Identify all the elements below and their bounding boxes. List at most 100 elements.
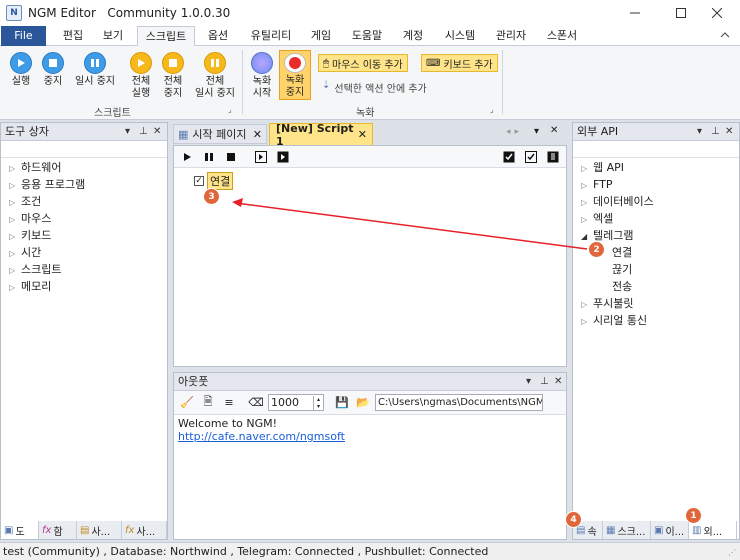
script-toolbar (174, 146, 566, 168)
tree-item-hardware[interactable]: ▷ 하드웨어 (9, 161, 61, 176)
check-all-icon[interactable] (500, 149, 518, 165)
tree-item-database[interactable]: ▷ 데이터베이스 (581, 195, 654, 210)
close-tab-icon[interactable]: ✕ (358, 128, 367, 141)
api-search[interactable] (573, 141, 739, 158)
close-document-icon[interactable]: ✕ (550, 125, 558, 136)
log-path-field[interactable]: C:\Users\ngmas\Documents\NGM5\ (375, 394, 543, 411)
dropdown-icon[interactable]: ▾ (526, 373, 531, 390)
function-icon: fx (125, 524, 135, 536)
tree-item-telegram-send[interactable]: 전송 (612, 280, 632, 294)
pin-icon[interactable]: ⊥ (540, 373, 549, 390)
tree-item-ftp[interactable]: ▷ FTP (581, 178, 613, 193)
run-all-button[interactable]: 전체 실행 (126, 52, 156, 100)
word-wrap-icon[interactable]: ≡ (220, 395, 238, 411)
record-stop-button[interactable]: 녹화 중지 (279, 50, 311, 100)
tab-script-1[interactable]: [New] Script 1 ✕ (269, 122, 373, 148)
tree-item-script[interactable]: ▷ 스크립트 (9, 263, 61, 278)
resize-grip-icon[interactable]: ⋰ (728, 548, 736, 557)
close-panel-icon[interactable]: ✕ (725, 123, 733, 140)
run-script-icon[interactable] (178, 149, 196, 165)
tab-script-list[interactable]: ▦ 스크... (603, 521, 651, 539)
run-button[interactable]: 실행 (6, 52, 36, 88)
stop-button[interactable]: 중지 (38, 52, 68, 88)
tab-game[interactable]: 게임 (303, 26, 339, 46)
folder-icon[interactable]: 📂 (354, 395, 372, 411)
action-checkbox[interactable]: ✓ (194, 176, 204, 186)
tab-start-page[interactable]: ▦ 시작 페이지 ✕ (173, 124, 267, 144)
eraser-icon[interactable]: ⌫ (247, 395, 265, 411)
tab-list-icon[interactable]: ▾ (534, 126, 539, 137)
run-selected-icon[interactable] (274, 149, 292, 165)
dialog-launcher-icon[interactable]: ⌟ (490, 105, 494, 114)
toolbox-search[interactable] (1, 141, 167, 158)
tab-functions[interactable]: fx 함 (39, 521, 77, 539)
close-button[interactable] (694, 0, 740, 26)
cafe-link[interactable]: http://cafe.naver.com/ngmsoft (178, 430, 562, 443)
pause-button[interactable]: 일시 중지 (70, 52, 120, 88)
add-keyboard-button[interactable]: ⌨ 키보드 추가 (421, 54, 498, 72)
tab-sponsor[interactable]: 스폰서 (540, 26, 584, 46)
tree-item-excel[interactable]: ▷ 엑셀 (581, 212, 613, 227)
add-in-action-button[interactable]: ⇣ 선택한 액션 안에 추가 (322, 80, 427, 95)
tab-system[interactable]: 시스템 (438, 26, 482, 46)
collapse-ribbon-icon[interactable] (720, 30, 730, 40)
add-mouse-move-button[interactable]: 🖱 마우스 이동 추가 (318, 54, 408, 72)
tab-options[interactable]: 옵션 (200, 26, 236, 46)
pause-script-icon[interactable] (200, 149, 218, 165)
tab-edit[interactable]: 편집 (55, 26, 91, 46)
toolbox-header: 도구 상자 ▾ ⊥ ✕ (1, 123, 167, 141)
tab-external-api[interactable]: ▥ 외... (689, 521, 737, 539)
tab-script[interactable]: 스크립트 (137, 26, 195, 47)
tree-item-pushbullet[interactable]: ▷ 푸시불릿 (581, 297, 633, 312)
close-panel-icon[interactable]: ✕ (153, 123, 161, 140)
tree-item-telegram[interactable]: ◢ 텔레그램 (581, 229, 633, 244)
tree-item-memory[interactable]: ▷ 메모리 (9, 280, 51, 295)
play-icon (10, 52, 32, 74)
output-log: Welcome to NGM! http://cafe.naver.com/ng… (174, 415, 566, 445)
tab-utility[interactable]: 유틸리티 (243, 26, 299, 46)
delete-action-icon[interactable] (544, 149, 562, 165)
check-selected-icon[interactable] (522, 149, 540, 165)
save-icon[interactable]: 💾 (333, 395, 351, 411)
tree-item-keyboard[interactable]: ▷ 키보드 (9, 229, 51, 244)
minimize-button[interactable] (612, 0, 658, 26)
tab-account[interactable]: 계정 (395, 26, 431, 46)
step-into-icon[interactable] (252, 149, 270, 165)
external-api-panel: 외부 API ▾ ⊥ ✕ ▷ 웹 API ▷ FTP ▷ 데이터베이스 ▷ 엑셀 ◢ 텔레… (565, 122, 740, 540)
window-title: NGM Editor Community 1.0.0.30 (28, 6, 231, 20)
tree-item-serial[interactable]: ▷ 시리얼 통신 (581, 314, 647, 329)
tab-nav-arrows[interactable]: ◂▸ (506, 127, 523, 137)
pin-icon[interactable]: ⊥ (139, 123, 148, 140)
callout-badge-3: 3 (203, 188, 220, 205)
stop-script-icon[interactable] (222, 149, 240, 165)
tree-item-conditions[interactable]: ▷ 조건 (9, 195, 41, 210)
stop-all-button[interactable]: 전체 중지 (158, 52, 188, 100)
tree-item-applications[interactable]: ▷ 응용 프로그램 (9, 178, 85, 193)
image-icon: ▣ (654, 524, 664, 536)
pin-icon[interactable]: ⊥ (711, 123, 720, 140)
tab-file[interactable]: File (1, 26, 46, 46)
tab-view[interactable]: 보기 (95, 26, 131, 46)
tab-user-1[interactable]: ▤ 사... (77, 521, 122, 539)
close-panel-icon[interactable]: ✕ (554, 373, 562, 390)
dropdown-icon[interactable]: ▾ (125, 123, 130, 140)
dialog-launcher-icon[interactable]: ⌟ (228, 105, 232, 114)
tab-user-2[interactable]: fx 사... (122, 521, 167, 539)
pause-all-button[interactable]: 전체 일시 중지 (190, 52, 240, 100)
tree-item-telegram-disconnect[interactable]: 끊기 (612, 263, 632, 277)
tab-admin[interactable]: 관리자 (489, 26, 533, 46)
mouse-icon: 🖱 (323, 57, 329, 69)
record-start-button[interactable]: 녹화 시작 (247, 52, 277, 100)
tree-item-web-api[interactable]: ▷ 웹 API (581, 161, 624, 176)
tab-toolbox[interactable]: ▣ 도 (1, 521, 39, 539)
tree-item-time[interactable]: ▷ 시간 (9, 246, 41, 261)
close-tab-icon[interactable]: ✕ (253, 128, 262, 141)
tree-item-mouse[interactable]: ▷ 마우스 (9, 212, 51, 227)
clean-icon[interactable]: 🧹 (178, 395, 196, 411)
max-lines-stepper[interactable]: 1000 ▴ ▾ (268, 394, 324, 411)
dropdown-icon[interactable]: ▾ (697, 123, 702, 140)
document-settings-icon[interactable]: 🗎 (199, 395, 217, 411)
tab-image[interactable]: ▣ 이... (651, 521, 689, 539)
tab-help[interactable]: 도움말 (346, 26, 388, 46)
tree-item-telegram-connect[interactable]: 연결 (612, 246, 632, 260)
